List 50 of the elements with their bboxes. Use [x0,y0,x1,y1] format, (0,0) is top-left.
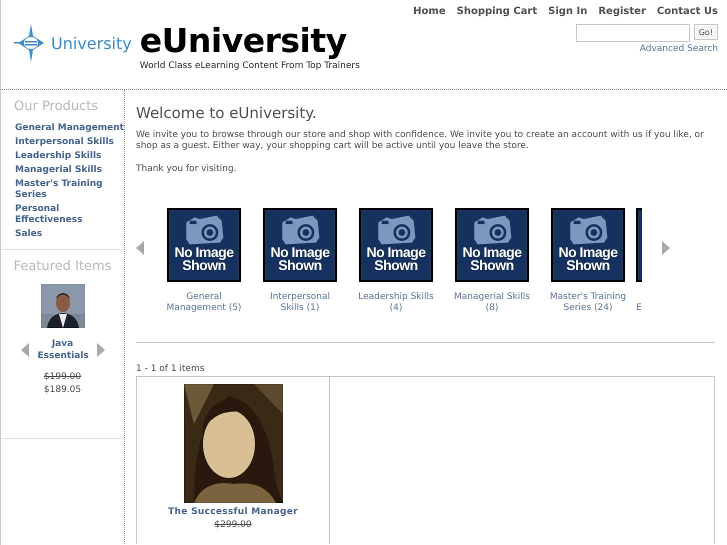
old-price: $199.00 [44,372,82,382]
price: $189.05 [44,385,82,395]
go-button[interactable]: Go! [694,24,718,40]
nav-link[interactable]: Shopping Cart [456,6,538,17]
next-arrow-icon[interactable] [96,343,104,357]
no-image-text: No Image Shown [365,246,426,272]
product-link[interactable]: Interpersonal Skills [15,137,124,148]
nav-link[interactable]: Contact Us [656,6,718,17]
no-image-placeholder[interactable] [636,208,642,282]
product-link[interactable]: Leadership Skills [15,151,124,162]
category-link[interactable]: Interpersonal Skills (1) [252,292,348,314]
pager-text: 1 - 1 of 1 items [136,364,206,374]
product-title[interactable]: The Successful Manager [168,507,298,517]
product-link[interactable]: Personal Effectiveness [15,204,124,226]
paragraph: We invite you to browse through our store and shop with confidence. We invite you to create an account with us if you like, or shop as a guest. Either way, your shopping cart will be active until you leave the store. [136,130,705,152]
tagline: World Class eLearning Content From Top Trainers [140,61,360,71]
category-link[interactable]: Managerial Skills (8) [444,292,540,314]
no-image-text: No Image Shown [173,246,234,272]
sidebar-heading: Our Products [13,98,100,116]
sidebar-heading: Featured Items [14,258,112,276]
search-field[interactable] [576,24,690,42]
no-image-placeholder[interactable]: No Image Shown [551,208,625,282]
nav-link[interactable]: Sign In [548,6,588,17]
previous-arrow-icon[interactable] [20,343,28,357]
no-image-text: No Image Shown [269,246,330,272]
category-link[interactable]: Leadership Skills (4) [348,292,444,314]
welcome-heading: Welcome to eUniversity. [136,104,318,122]
featured-title[interactable]: Java Essentials [38,338,88,362]
no-image-placeholder[interactable]: No Image Shown [455,208,529,282]
no-image-text: No Image Shown [461,246,522,272]
no-image-placeholder[interactable]: No Image Shown [167,208,241,282]
next-arrow-icon[interactable] [662,241,670,255]
category-link[interactable]: General Management (5) [156,292,252,314]
category-link[interactable]: Master's Training Series (24) [540,292,636,314]
old-price: $299.00 [214,520,252,530]
paragraph: Thank you for visiting. [136,164,238,175]
product-link[interactable]: Managerial Skills [15,165,124,176]
no-image-placeholder[interactable]: No Image Shown [359,208,433,282]
product-link[interactable]: General Management [15,123,124,134]
category-link[interactable]: E [636,303,642,314]
nav-link[interactable]: Register [598,6,646,17]
site-title: eUniversity [140,22,348,60]
advanced-search-link[interactable]: Advanced Search [640,44,718,54]
no-image-placeholder[interactable]: No Image Shown [263,208,337,282]
no-image-text: No Image Shown [557,246,618,272]
logo-text: University [51,34,132,52]
nav-link[interactable]: Home [413,6,446,17]
product-link[interactable]: Sales [15,229,124,240]
product-link[interactable]: Master's Training Series [15,179,124,201]
previous-arrow-icon[interactable] [136,241,144,255]
